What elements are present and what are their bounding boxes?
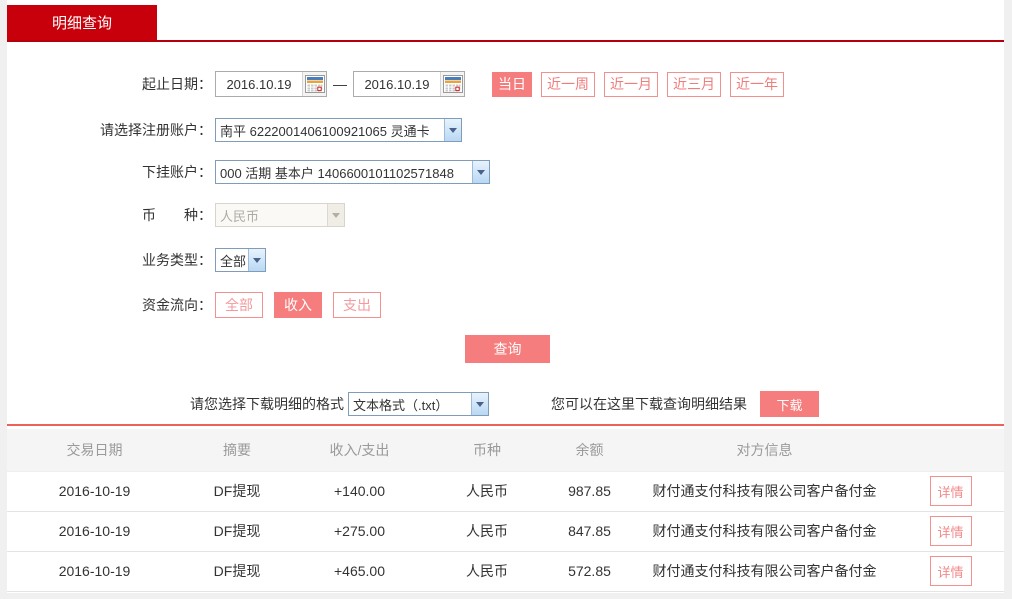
currency-label: 币 种：: [7, 205, 212, 225]
sub-account-row: 下挂账户： 000 活期 基本户 1406600101102571848: [7, 160, 1004, 184]
end-date-input[interactable]: 2016.10.19: [353, 71, 465, 97]
register-account-select[interactable]: 南平 6222001406100921065 灵通卡: [215, 118, 462, 142]
table-row: 2016-10-19 DF提现 +465.00 人民币 572.85 财付通支付…: [7, 551, 1004, 591]
table-row: 2016-10-19 DF提现 +140.00 人民币 987.85 财付通支付…: [7, 471, 1004, 511]
quick-range-year-button[interactable]: 近一年: [730, 72, 784, 97]
query-button-row: 查询: [7, 335, 1004, 363]
cell-amount: +275.00: [292, 511, 427, 551]
download-row: 请您选择下载明细的格式 文本格式（.txt） 您可以在这里下载查询明细结果 下载: [7, 391, 1004, 417]
cell-date: 2016-10-19: [7, 511, 182, 551]
cell-balance: 847.85: [547, 511, 632, 551]
tab-bar: 明细查询: [7, 0, 1004, 40]
fund-flow-expense-button[interactable]: 支出: [333, 292, 381, 318]
register-account-value: 南平 6222001406100921065 灵通卡: [216, 121, 444, 140]
transaction-table: 交易日期 摘要 收入/支出 币种 余额 对方信息 2016-10-19 DF提现…: [7, 429, 1004, 592]
download-button[interactable]: 下载: [760, 391, 819, 417]
date-range-row: 起止日期： 2016.10.19: [7, 71, 1004, 97]
chevron-down-icon: [471, 393, 488, 415]
cell-summary: DF提现: [182, 511, 292, 551]
quick-range-month-button[interactable]: 近一月: [604, 72, 658, 97]
fund-flow-row: 资金流向： 全部 收入 支出: [7, 292, 1004, 318]
cell-counterparty: 财付通支付科技有限公司客户备付金: [632, 551, 897, 591]
start-date-calendar-button[interactable]: [302, 72, 326, 96]
currency-select: 人民币: [215, 203, 345, 227]
register-account-label: 请选择注册账户：: [7, 120, 212, 140]
cell-amount: +465.00: [292, 551, 427, 591]
cell-date: 2016-10-19: [7, 551, 182, 591]
fund-flow-income-button[interactable]: 收入: [274, 292, 322, 318]
start-date-input[interactable]: 2016.10.19: [215, 71, 327, 97]
fund-flow-all-button[interactable]: 全部: [215, 292, 263, 318]
chevron-down-icon: [444, 119, 461, 141]
currency-value: 人民币: [216, 206, 327, 225]
chevron-down-icon: [327, 204, 344, 226]
tab-label: 明细查询: [52, 12, 112, 33]
cell-counterparty: 财付通支付科技有限公司客户备付金: [632, 511, 897, 551]
date-separator: —: [333, 76, 347, 92]
detail-button[interactable]: 详情: [930, 516, 972, 546]
tab-detail-query[interactable]: 明细查询: [7, 5, 157, 40]
col-header-summary: 摘要: [182, 429, 292, 471]
col-header-balance: 余额: [547, 429, 632, 471]
quick-range-today-button[interactable]: 当日: [492, 72, 532, 97]
cell-summary: DF提现: [182, 471, 292, 511]
cell-balance: 572.85: [547, 551, 632, 591]
start-date-value: 2016.10.19: [216, 77, 302, 92]
cell-balance: 987.85: [547, 471, 632, 511]
col-header-amount: 收入/支出: [292, 429, 427, 471]
cell-date: 2016-10-19: [7, 471, 182, 511]
cell-currency: 人民币: [427, 551, 547, 591]
download-format-label: 请您选择下载明细的格式: [190, 394, 344, 414]
content-area: 明细查询 起止日期： 2016.10.19: [7, 0, 1004, 593]
detail-button[interactable]: 详情: [930, 476, 972, 506]
table-header: 交易日期 摘要 收入/支出 币种 余额 对方信息: [7, 429, 1004, 471]
calendar-icon: [443, 75, 463, 93]
quick-range-week-button[interactable]: 近一周: [541, 72, 595, 97]
end-date-value: 2016.10.19: [354, 77, 440, 92]
query-form: 起止日期： 2016.10.19: [7, 42, 1004, 417]
quick-range-buttons: 当日 近一周 近一月 近三月 近一年: [492, 72, 784, 97]
business-type-row: 业务类型： 全部: [7, 248, 1004, 272]
register-account-row: 请选择注册账户： 南平 6222001406100921065 灵通卡: [7, 118, 1004, 142]
cell-currency: 人民币: [427, 511, 547, 551]
table-row: 2016-10-19 DF提现 +275.00 人民币 847.85 财付通支付…: [7, 511, 1004, 551]
download-format-value: 文本格式（.txt）: [349, 395, 471, 414]
col-header-counterparty: 对方信息: [632, 429, 897, 471]
detail-button[interactable]: 详情: [930, 556, 972, 586]
currency-row: 币 种： 人民币: [7, 203, 1004, 227]
query-button[interactable]: 查询: [465, 335, 550, 363]
cell-counterparty: 财付通支付科技有限公司客户备付金: [632, 471, 897, 511]
download-hint: 您可以在这里下载查询明细结果: [551, 394, 747, 414]
sub-account-value: 000 活期 基本户 1406600101102571848: [216, 163, 472, 182]
download-format-select[interactable]: 文本格式（.txt）: [348, 392, 489, 416]
end-date-calendar-button[interactable]: [440, 72, 464, 96]
date-range-label: 起止日期：: [7, 74, 212, 94]
calendar-icon: [305, 75, 325, 93]
cell-currency: 人民币: [427, 471, 547, 511]
sub-account-label: 下挂账户：: [7, 162, 212, 182]
chevron-down-icon: [248, 249, 265, 271]
section-divider: [7, 424, 1004, 426]
business-type-select[interactable]: 全部: [215, 248, 266, 272]
cell-summary: DF提现: [182, 551, 292, 591]
quick-range-3months-button[interactable]: 近三月: [667, 72, 721, 97]
chevron-down-icon: [472, 161, 489, 183]
cell-amount: +140.00: [292, 471, 427, 511]
col-header-date: 交易日期: [7, 429, 182, 471]
fund-flow-label: 资金流向：: [7, 295, 212, 315]
col-header-action: [897, 429, 1004, 471]
col-header-currency: 币种: [427, 429, 547, 471]
business-type-label: 业务类型：: [7, 250, 212, 270]
sub-account-select[interactable]: 000 活期 基本户 1406600101102571848: [215, 160, 490, 184]
business-type-value: 全部: [216, 251, 248, 270]
